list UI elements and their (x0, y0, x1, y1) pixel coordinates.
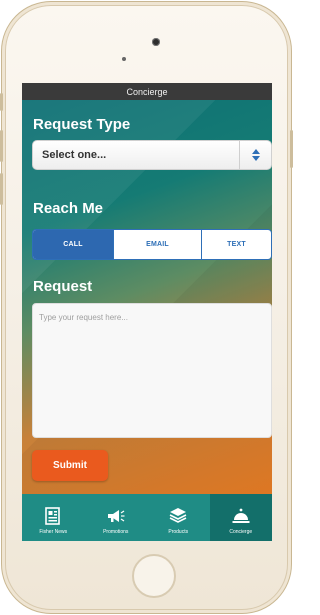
volume-down-button (0, 173, 3, 205)
request-type-selected-value: Select one... (42, 149, 107, 161)
request-type-label: Request Type (33, 116, 131, 133)
reach-me-email-option[interactable]: EMAIL (113, 230, 201, 259)
megaphone-icon (107, 510, 125, 522)
bottom-tab-bar: Fisher News Promotions Products Concierg… (22, 494, 272, 541)
reach-me-label: Reach Me (33, 200, 104, 217)
home-button[interactable] (132, 554, 176, 598)
request-placeholder: Type your request here... (39, 313, 128, 322)
service-bell-icon (232, 508, 250, 523)
request-type-select[interactable]: Select one... (32, 140, 272, 170)
reach-me-segmented-control: CALL EMAIL TEXT (32, 229, 272, 260)
tab-label: Promotions (103, 529, 129, 535)
tab-promotions[interactable]: Promotions (85, 494, 148, 541)
newspaper-icon (45, 507, 61, 525)
title-bar: Concierge (22, 83, 272, 100)
silent-switch (0, 93, 3, 111)
reach-me-call-option[interactable]: CALL (33, 230, 113, 259)
request-label: Request (33, 278, 93, 295)
concierge-form: Request Type Select one... Reach Me CALL… (22, 100, 272, 494)
reach-me-text-option[interactable]: TEXT (201, 230, 271, 259)
tab-products[interactable]: Products (147, 494, 210, 541)
app-title: Concierge (126, 86, 168, 97)
stack-layers-icon (169, 508, 187, 523)
volume-up-button (0, 130, 3, 162)
select-arrows-icon[interactable] (239, 141, 271, 169)
proximity-sensor (122, 57, 126, 61)
request-textarea[interactable]: Type your request here... (32, 303, 272, 438)
tab-label: Products (168, 529, 189, 535)
tab-concierge[interactable]: Concierge (209, 494, 272, 541)
app-screen: Concierge Request Type Select one... Rea… (22, 83, 272, 541)
tab-fisher-news[interactable]: Fisher News (22, 494, 85, 541)
tab-label: Concierge (229, 529, 253, 535)
power-button (290, 130, 293, 168)
tab-label: Fisher News (39, 529, 68, 535)
submit-button[interactable]: Submit (32, 450, 108, 481)
front-camera (152, 38, 160, 46)
